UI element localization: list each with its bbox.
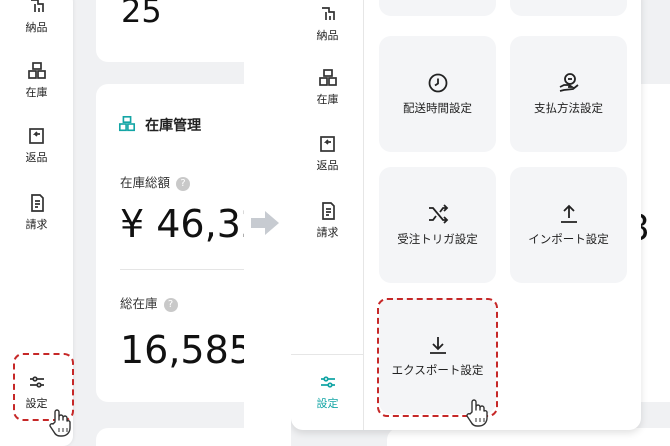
return-icon [0,126,73,148]
payment-hand-icon [510,71,627,95]
sidebar-item-invoice[interactable]: 請求 [0,193,73,232]
settings-sliders-icon [291,372,364,394]
total-amount-row: 在庫総額? [120,172,191,191]
sidebar-item-settings-active[interactable]: 設定 [291,372,364,411]
inventory-icon [118,115,136,137]
background-card-bottom [387,428,670,446]
help-icon[interactable]: ? [163,298,178,312]
settings-tile-partial[interactable] [510,0,627,16]
upload-icon [510,202,627,226]
total-stock-value: 16,585 [120,328,244,372]
total-amount-label: 在庫総額 [120,175,171,190]
invoice-icon [291,201,364,223]
hand-cursor-icon [465,398,489,432]
summary-card-bottom [96,428,244,446]
tile-import-settings[interactable]: インポート設定 [510,167,627,283]
sidebar-item-label: 納品 [25,21,48,34]
inventory-icon [291,68,364,90]
tile-payment-method-settings[interactable]: 支払方法設定 [510,36,627,152]
tile-order-trigger-settings[interactable]: 受注トリガ設定 [379,167,496,283]
tile-label: 受注トリガ設定 [397,232,478,246]
sidebar-item-returns[interactable]: 返品 [0,126,73,165]
sidebar-item-label: 在庫 [25,86,48,99]
sidebar-item-label: 返品 [25,151,48,164]
tile-label: 配送時間設定 [403,101,472,115]
inventory-icon [0,61,73,83]
sidebar-item-delivery[interactable]: 納品 [0,0,73,35]
sidebar-item-label: 返品 [316,159,339,172]
invoice-icon [0,193,73,215]
inventory-card-header: 在庫管理 [118,115,201,137]
sidebar-item-label: 請求 [25,218,48,231]
sidebar-item-inventory[interactable]: 在庫 [0,61,73,100]
sidebar-item-inventory[interactable]: 在庫 [291,68,364,107]
total-stock-row: 総在庫? [120,293,178,312]
sidebar-item-label: 請求 [316,226,339,239]
sidebar-item-label: 納品 [316,29,339,42]
inventory-card: 在庫管理 在庫総額? ¥ 46,32 総在庫? 16,585 [96,84,244,402]
clock-icon [379,71,496,95]
tile-label: 支払方法設定 [534,101,603,115]
after-panel: 3 納品 在庫 返品 [291,0,670,446]
before-panel: 25 在庫管理 在庫総額? ¥ 46,32 総在庫? 16,585 納 [0,0,244,446]
help-icon[interactable]: ? [176,177,191,191]
sidebar-item-returns[interactable]: 返品 [291,134,364,173]
sidebar: 納品 在庫 返品 請求 設定 [291,0,364,430]
settings-tile-partial[interactable] [379,0,496,16]
hand-cursor-icon [48,408,72,442]
tile-delivery-time-settings[interactable]: 配送時間設定 [379,36,496,152]
sidebar-item-label: 設定 [316,397,339,410]
summary-value: 25 [121,0,162,30]
sidebar-item-invoice[interactable]: 請求 [291,201,364,240]
summary-card-top: 25 [96,0,244,62]
card-divider [120,269,244,270]
sidebar-item-delivery[interactable]: 納品 [291,4,364,43]
inventory-card-title: 在庫管理 [145,118,202,134]
total-amount-value: ¥ 46,32 [120,202,244,246]
trigger-arrows-icon [379,202,496,226]
transition-arrow-icon [251,211,279,239]
return-icon [291,134,364,156]
tile-label: インポート設定 [528,232,609,246]
total-stock-label: 総在庫 [120,296,158,311]
delivery-icon [291,4,364,26]
delivery-icon [0,0,73,18]
sidebar-item-label: 在庫 [316,93,339,106]
